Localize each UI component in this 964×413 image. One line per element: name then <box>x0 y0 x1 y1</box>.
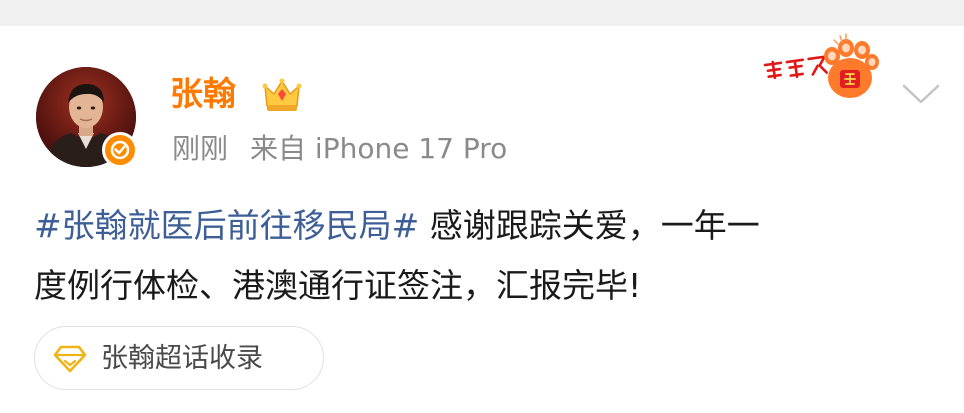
username[interactable]: 张翰 <box>170 72 236 116</box>
top-separator <box>0 0 964 26</box>
post-meta: 刚刚 来自 iPhone 17 Pro <box>172 129 507 169</box>
hashtag-link[interactable]: #张翰就医后前往移民局# <box>34 206 419 245</box>
timestamp: 刚刚 <box>172 132 229 165</box>
supertopic-label: 张翰超话收录 <box>101 343 263 374</box>
crown-icon[interactable] <box>262 76 302 114</box>
post-text-line2: 度例行体检、港澳通行证签注，汇报完毕! <box>34 266 642 305</box>
post-content: #张翰就医后前往移民局# 感谢跟踪关爱，一年一 度例行体检、港澳通行证签注，汇报… <box>34 196 934 316</box>
verified-badge-icon <box>102 132 138 168</box>
weibo-post-card: 张翰 刚刚 来自 iPhone 17 Pro #张翰就医后前往移民局# 感谢跟踪… <box>0 26 964 413</box>
tiger-paw-sticker <box>750 30 896 112</box>
diamond-icon <box>53 345 87 373</box>
post-source: 来自 iPhone 17 Pro <box>250 132 508 165</box>
post-text-line1: 感谢跟踪关爱，一年一 <box>419 206 760 245</box>
chevron-down-icon[interactable] <box>900 78 942 108</box>
supertopic-pill[interactable]: 张翰超话收录 <box>34 326 324 390</box>
